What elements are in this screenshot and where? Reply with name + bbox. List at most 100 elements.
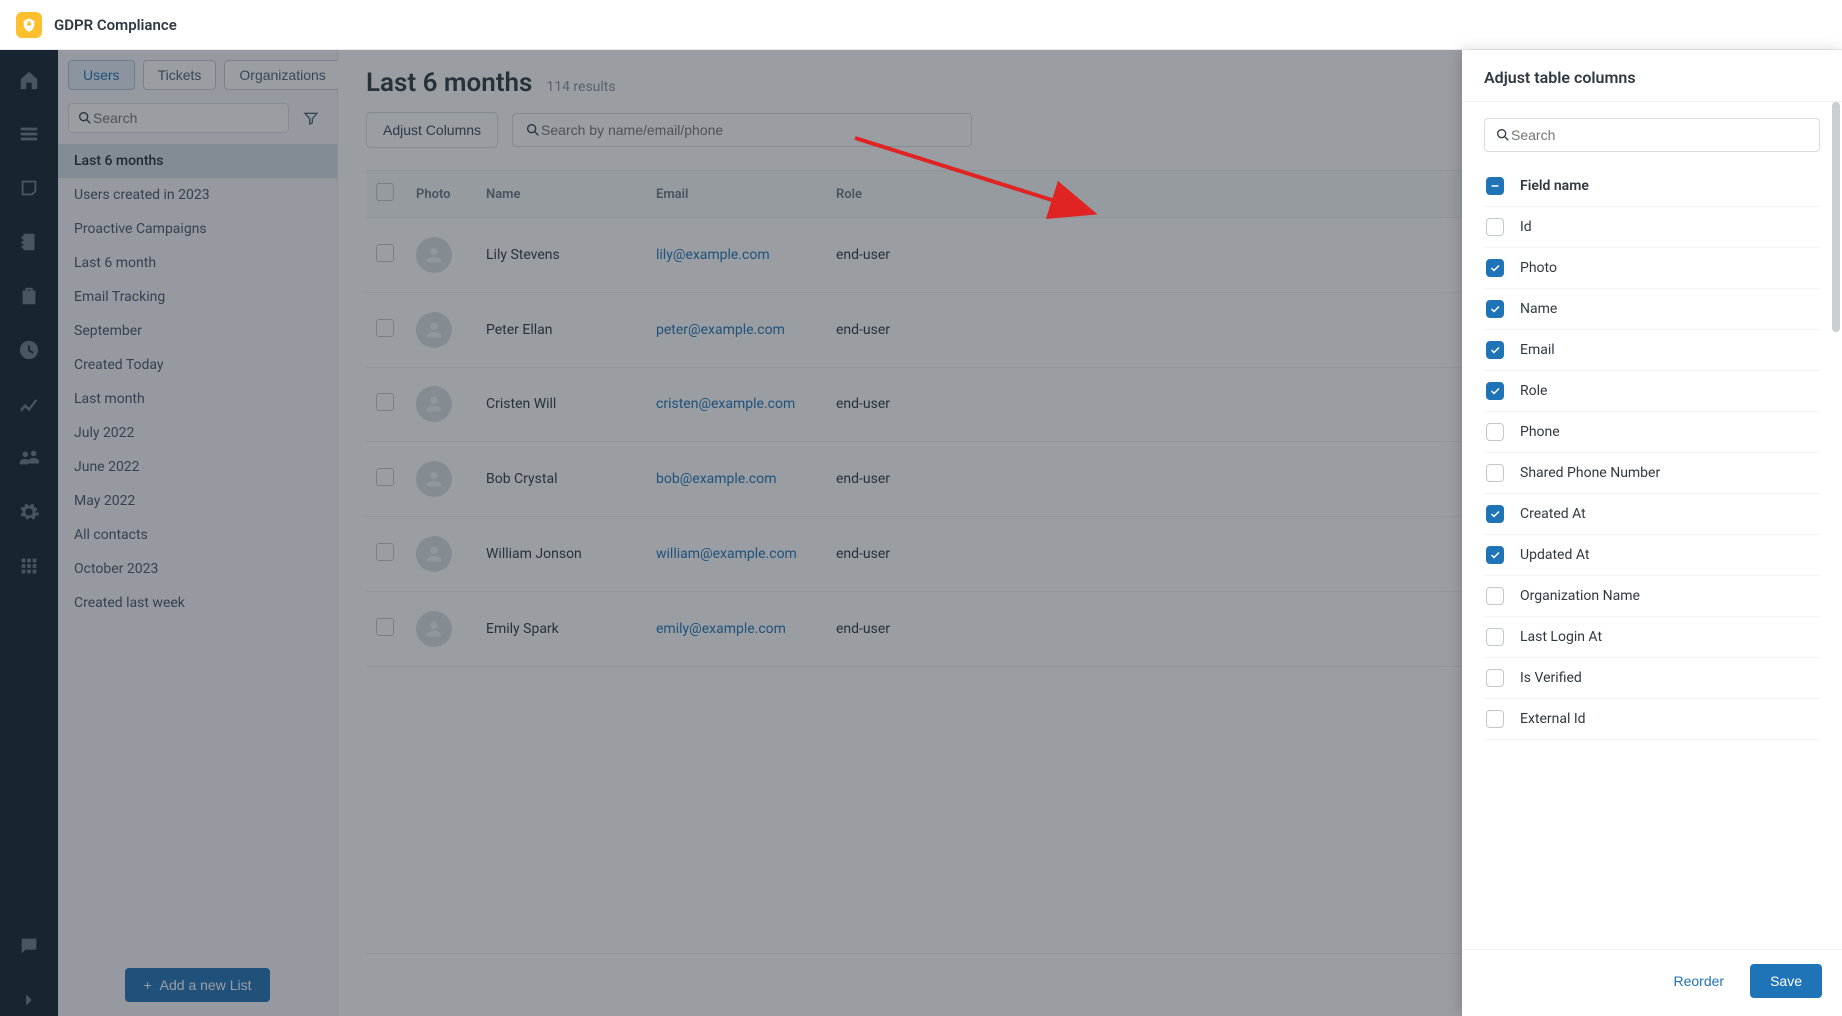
plus-icon: + [143,977,151,993]
cell-role: end-user [826,218,966,293]
nav-clock-icon[interactable] [13,334,45,366]
cell-name: Peter Ellan [476,292,646,367]
field-checkbox[interactable] [1486,382,1504,400]
nav-apps-icon[interactable] [13,550,45,582]
nav-expand-icon[interactable] [13,984,45,1016]
nav-lists-icon[interactable] [13,118,45,150]
sidebar-tabs: Users Tickets Organizations [58,50,337,98]
field-checkbox[interactable] [1486,546,1504,564]
cell-name: William Jonson [476,517,646,592]
field-checkbox[interactable] [1486,300,1504,318]
panel-scrollbar[interactable] [1832,102,1840,332]
field-checkbox[interactable] [1486,341,1504,359]
field-row[interactable]: Photo [1484,248,1820,289]
sidebar-list-item[interactable]: Users created in 2023 [58,178,337,212]
field-row[interactable]: Phone [1484,412,1820,453]
field-label: Created At [1520,506,1586,522]
tab-users[interactable]: Users [68,60,135,90]
row-checkbox[interactable] [376,393,394,411]
field-checkbox[interactable] [1486,628,1504,646]
filter-icon[interactable] [295,102,327,134]
sidebar-list: Last 6 monthsUsers created in 2023Proact… [58,144,337,954]
sidebar-list-item[interactable]: Created Today [58,348,337,382]
cell-email[interactable]: william@example.com [646,517,826,592]
field-row[interactable]: Name [1484,289,1820,330]
field-row[interactable]: Organization Name [1484,576,1820,617]
cell-name: Cristen Will [476,367,646,442]
field-row[interactable]: External Id [1484,699,1820,740]
main-search[interactable] [512,113,972,147]
panel-search[interactable] [1484,118,1820,152]
save-button[interactable]: Save [1750,964,1822,998]
reorder-button[interactable]: Reorder [1661,964,1736,998]
field-label: Shared Phone Number [1520,465,1660,481]
sidebar-list-item[interactable]: July 2022 [58,416,337,450]
field-row[interactable]: Updated At [1484,535,1820,576]
field-checkbox[interactable] [1486,218,1504,236]
app-logo-icon [16,12,42,38]
field-checkbox[interactable] [1486,587,1504,605]
sidebar-list-item[interactable]: September [58,314,337,348]
nav-inbox-icon[interactable] [13,172,45,204]
field-row[interactable]: Created At [1484,494,1820,535]
sidebar-list-item[interactable]: Proactive Campaigns [58,212,337,246]
tab-tickets[interactable]: Tickets [143,60,217,90]
sidebar-search[interactable] [68,103,289,133]
field-checkbox[interactable] [1486,423,1504,441]
sidebar-list-item[interactable]: June 2022 [58,450,337,484]
nav-home-icon[interactable] [13,64,45,96]
field-label: Name [1520,301,1557,317]
nav-contacts-icon[interactable] [13,226,45,258]
field-row[interactable]: Email [1484,330,1820,371]
sidebar-list-item[interactable]: Last 6 months [58,144,337,178]
select-all-fields-checkbox[interactable] [1486,177,1504,195]
nav-settings-icon[interactable] [13,496,45,528]
sidebar: Users Tickets Organizations Last 6 month… [58,50,338,1016]
sidebar-list-item[interactable]: Created last week [58,586,337,620]
field-checkbox[interactable] [1486,505,1504,523]
field-checkbox[interactable] [1486,710,1504,728]
row-checkbox[interactable] [376,244,394,262]
nav-analytics-icon[interactable] [13,388,45,420]
sidebar-list-item[interactable]: Email Tracking [58,280,337,314]
sidebar-list-item[interactable]: Last 6 month [58,246,337,280]
avatar [416,386,452,422]
field-row[interactable]: Last Login At [1484,617,1820,658]
cell-email[interactable]: emily@example.com [646,591,826,666]
sidebar-list-item[interactable]: May 2022 [58,484,337,518]
field-checkbox[interactable] [1486,259,1504,277]
nav-chat-icon[interactable] [13,930,45,962]
main-search-input[interactable] [541,122,959,138]
adjust-columns-button[interactable]: Adjust Columns [366,112,498,148]
col-role[interactable]: Role [826,171,966,218]
col-email[interactable]: Email [646,171,826,218]
panel-search-input[interactable] [1511,127,1809,143]
cell-role: end-user [826,517,966,592]
field-row[interactable]: Is Verified [1484,658,1820,699]
sidebar-list-item[interactable]: All contacts [58,518,337,552]
nav-clipboard-icon[interactable] [13,280,45,312]
cell-email[interactable]: lily@example.com [646,218,826,293]
add-list-button[interactable]: + Add a new List [125,968,269,1002]
field-checkbox[interactable] [1486,464,1504,482]
col-name[interactable]: Name [476,171,646,218]
row-checkbox[interactable] [376,468,394,486]
row-checkbox[interactable] [376,543,394,561]
sidebar-search-input[interactable] [93,110,280,126]
field-row[interactable]: Shared Phone Number [1484,453,1820,494]
field-row[interactable]: Role [1484,371,1820,412]
select-all-checkbox[interactable] [376,183,394,201]
sidebar-list-item[interactable]: Last month [58,382,337,416]
cell-email[interactable]: bob@example.com [646,442,826,517]
search-icon [77,110,93,126]
col-photo[interactable]: Photo [406,171,476,218]
field-checkbox[interactable] [1486,669,1504,687]
sidebar-list-item[interactable]: October 2023 [58,552,337,586]
row-checkbox[interactable] [376,618,394,636]
tab-organizations[interactable]: Organizations [224,60,340,90]
field-row[interactable]: Id [1484,207,1820,248]
nav-users-icon[interactable] [13,442,45,474]
row-checkbox[interactable] [376,319,394,337]
cell-email[interactable]: peter@example.com [646,292,826,367]
cell-email[interactable]: cristen@example.com [646,367,826,442]
